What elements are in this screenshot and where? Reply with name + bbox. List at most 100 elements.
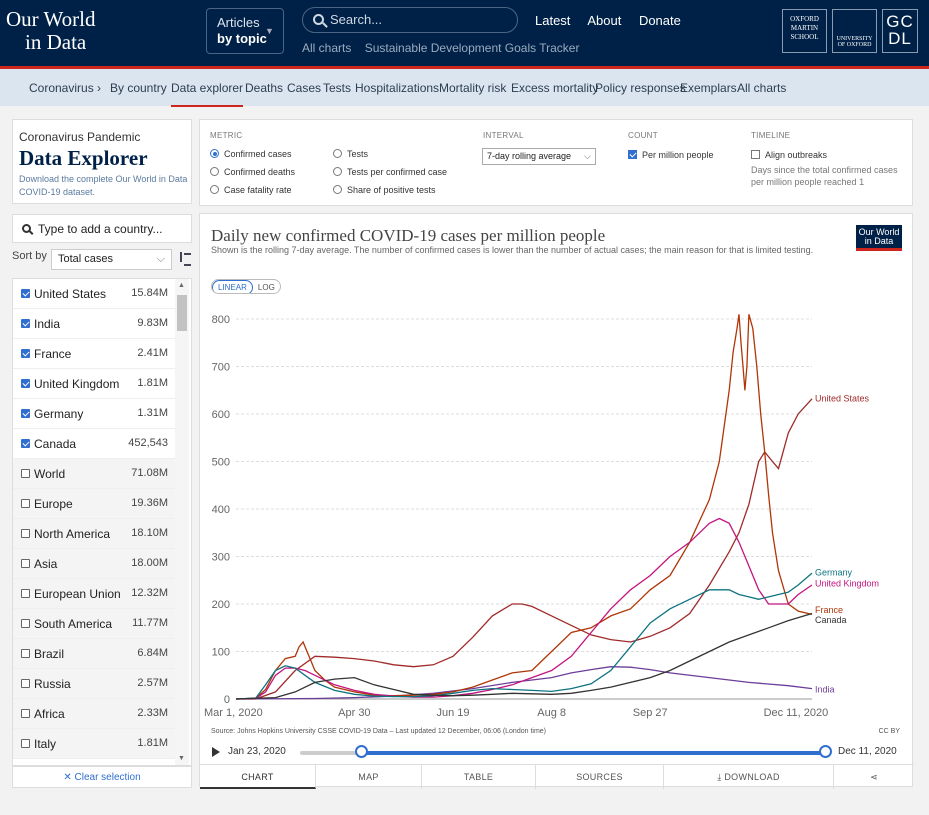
checkbox-icon[interactable] [21,709,30,718]
license[interactable]: CC BY [879,728,900,735]
checkbox-icon[interactable] [21,649,30,658]
tab-table[interactable]: TABLE [422,765,536,789]
nav-latest[interactable]: Latest [535,13,570,28]
add-country-input[interactable]: Type to add a country... [12,214,192,243]
checkbox-icon[interactable] [21,349,30,358]
scroll-up-arrow[interactable]: ▲ [178,282,185,289]
country-list-item[interactable]: Germany 1.31M [13,399,176,429]
metric-option-confirmed-deaths[interactable]: Confirmed deaths [210,166,295,177]
dataset-download-link[interactable]: Download the complete Our World in Data … [19,173,189,199]
owid-logo[interactable]: Our World in Data [6,8,96,54]
line-chart[interactable]: 0 100 200 300 400 500 600 700 800 Mar 1, 2020 Apr … [200,294,914,726]
articles-by-topic-button[interactable]: Articles by topic ▼ [206,8,284,54]
search-input[interactable]: Search... [302,7,518,33]
subnav-excess-mortality[interactable]: Excess mortality [511,81,598,95]
oxford-martin-school-logo[interactable]: OXFORD MARTIN SCHOOL [782,9,827,53]
country-list-item[interactable]: Asia 18.00M [13,549,176,579]
country-list-item[interactable]: Canada 452,543 [13,429,176,459]
per-million-checkbox[interactable]: Per million people [628,149,714,160]
series-line-france[interactable] [235,314,813,700]
log-scale-button[interactable]: LOG [253,281,280,293]
country-list-item[interactable]: North America 18.10M [13,519,176,549]
subnav-policy-responses[interactable]: Policy responses [595,81,686,95]
country-list-item[interactable]: India 9.83M [13,309,176,339]
checkbox-icon[interactable] [21,499,30,508]
share-button[interactable]: ⋖ [834,765,914,789]
sort-order-icon[interactable] [178,250,192,266]
checkbox-icon[interactable] [21,529,30,538]
checkbox-icon[interactable] [21,679,30,688]
tab-download[interactable]: ⤓ DOWNLOAD [664,765,834,789]
timeline-track[interactable] [300,751,362,755]
scrollbar-thumb[interactable] [177,295,187,331]
country-list-item[interactable]: World 71.08M [13,459,176,489]
tab-sources[interactable]: SOURCES [536,765,664,789]
play-icon[interactable] [212,747,220,757]
align-outbreaks-checkbox[interactable]: Align outbreaks [751,149,827,160]
partner-text: GC [886,12,914,31]
tab-chart[interactable]: CHART [200,765,316,789]
metric-option-share-of-positive-tests[interactable]: Share of positive tests [333,184,436,195]
country-list-item[interactable]: United States 15.84M [13,279,176,309]
checkbox-icon[interactable] [21,619,30,628]
country-list-item[interactable]: European Union 12.32M [13,579,176,609]
country-list-item[interactable]: United Kingdom 1.81M [13,369,176,399]
checkbox-icon[interactable] [21,319,30,328]
sort-by-select[interactable]: Total cases ⌵ [51,249,172,270]
checkbox-icon[interactable] [21,559,30,568]
radio-icon [333,185,342,194]
subnav-exemplars[interactable]: Exemplars [680,81,737,95]
subnav-hospitalizations[interactable]: Hospitalizations [355,81,439,95]
metric-option-case-fatality-rate[interactable]: Case fatality rate [210,184,292,195]
chevron-down-icon: ▼ [265,26,274,36]
checkbox-icon[interactable] [21,379,30,388]
country-list-scrollbar[interactable] [175,279,189,765]
checkbox-icon[interactable] [21,589,30,598]
metric-option-tests[interactable]: Tests [333,148,368,159]
link-sdg-tracker[interactable]: Sustainable Development Goals Tracker [365,41,580,55]
checkbox-icon[interactable] [21,289,30,298]
checkbox-icon[interactable] [21,739,30,748]
subnav-data-explorer[interactable]: Data explorer [171,81,244,107]
series-line-united-states[interactable] [236,398,813,700]
metric-option-tests-per-confirmed-case[interactable]: Tests per confirmed case [333,166,447,177]
link-all-charts[interactable]: All charts [302,41,351,55]
checkbox-icon[interactable] [21,409,30,418]
country-list-item[interactable]: Europe 19.36M [13,489,176,519]
radio-icon [210,185,219,194]
country-list-item[interactable]: Africa 2.33M [13,699,176,729]
chevron-down-icon: ⌵ [584,151,591,161]
subnav-deaths[interactable]: Deaths [245,81,283,95]
country-list-item[interactable]: South America 11.77M [13,609,176,639]
country-list-item[interactable]: France 2.41M [13,339,176,369]
subnav-tests[interactable]: Tests [323,81,351,95]
owid-badge[interactable]: Our World in Data [856,225,902,251]
subnav-cases[interactable]: Cases [287,81,321,95]
timeline-end-handle[interactable] [819,745,832,758]
tab-map[interactable]: MAP [316,765,422,789]
timeline-start-handle[interactable] [355,745,368,758]
country-list-item[interactable]: Italy 1.81M [13,729,176,759]
country-total-cases: 452,543 [128,437,168,449]
nav-donate[interactable]: Donate [639,13,681,28]
country-list-item[interactable]: Brazil 6.84M [13,639,176,669]
timeline-selected-range[interactable] [362,751,824,755]
sub-links: All charts Sustainable Development Goals… [302,41,589,55]
clear-selection-button[interactable]: ✕ Clear selection [12,766,192,788]
interval-select[interactable]: 7-day rolling average ⌵ [482,148,596,165]
subnav-coronavirus[interactable]: Coronavirus › [29,81,101,95]
country-name: South America [34,617,113,631]
country-list-item[interactable]: Russia 2.57M [13,669,176,699]
gcdl-logo[interactable]: GC DL [882,9,918,53]
subnav-by-country[interactable]: By country [110,81,167,95]
subnav-all-charts[interactable]: All charts [737,81,786,95]
metric-option-confirmed-cases[interactable]: Confirmed cases [210,148,292,159]
university-of-oxford-logo[interactable]: UNIVERSITY OF OXFORD [832,9,877,53]
linear-scale-button[interactable]: LINEAR [212,280,253,293]
nav-about[interactable]: About [587,13,621,28]
checkbox-icon[interactable] [21,469,30,478]
metric-option-label: Share of positive tests [347,185,436,195]
subnav-mortality-risk[interactable]: Mortality risk [439,81,506,95]
scroll-down-arrow[interactable]: ▼ [178,755,185,762]
checkbox-icon[interactable] [21,439,30,448]
